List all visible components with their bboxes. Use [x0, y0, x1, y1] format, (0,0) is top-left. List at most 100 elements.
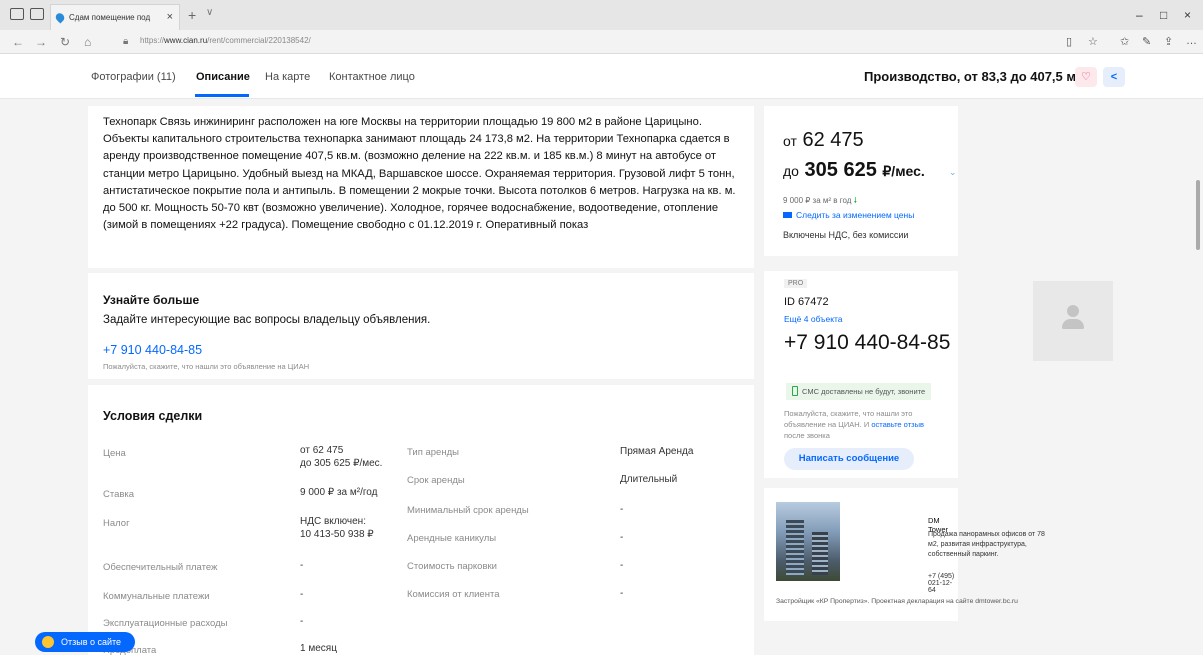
price-unit: ₽/мес.: [882, 163, 925, 179]
share-icon: <: [1110, 71, 1118, 83]
deal-terms-card: Условия сделки Цена от 62 475 до 305 625…: [88, 385, 754, 655]
price-from: от 62 475: [783, 129, 864, 152]
url-prefix: https://: [140, 36, 165, 45]
favorite-star-icon[interactable]: ☆: [1088, 35, 1098, 48]
agent-more-link[interactable]: Ещё 4 объекта: [784, 314, 843, 324]
site-feedback-label: Отзыв о сайте: [61, 637, 122, 647]
share-button[interactable]: <: [1103, 67, 1125, 87]
learn-more-phone-link[interactable]: +7 910 440-84-85: [103, 343, 202, 357]
minimize-icon[interactable]: –: [1136, 8, 1143, 22]
deal-value-prepayment: 1 месяц: [300, 643, 337, 654]
agent-note-after: после звонка: [784, 431, 830, 440]
share-browser-icon[interactable]: ⇪: [1164, 35, 1173, 48]
price-vat-note: Включены НДС, без комиссии: [783, 230, 909, 240]
learn-more-title: Узнайте больше: [103, 293, 200, 307]
price-rate: 9 000 ₽ за м² в год 🠗: [783, 195, 857, 209]
lock-icon: 🔒︎: [123, 36, 129, 47]
agent-note: Пожалуйста, скажите, что нашли это объяв…: [784, 408, 944, 441]
deal-value-deposit: -: [300, 560, 304, 571]
tab-description[interactable]: Описание: [196, 71, 250, 83]
url-field[interactable]: https://www.cian.ru/rent/commercial/2201…: [140, 36, 311, 45]
price-card: от 62 475 до 305 625 ₽/мес. ⌄ 9 000 ₽ за…: [764, 106, 958, 256]
reading-view-icon[interactable]: ▯: [1066, 35, 1072, 48]
tab-preview-icon[interactable]: [30, 8, 44, 20]
deal-label-rent-holidays: Арендные каникулы: [407, 533, 497, 544]
ad-phone: +7 (495) 021-12-64: [928, 573, 955, 594]
deal-label-deposit: Обеспечительный платеж: [103, 562, 218, 573]
pen-icon[interactable]: ✎: [1142, 35, 1151, 48]
tabs-aside-icon[interactable]: [10, 8, 24, 20]
deal-value-rent-holidays: -: [620, 532, 624, 543]
tab-photos[interactable]: Фотографии (11): [91, 71, 176, 83]
deal-label-rent-term: Срок аренды: [407, 475, 465, 486]
price-from-prefix: от: [783, 133, 797, 149]
deal-label-tax: Налог: [103, 518, 130, 529]
tab-contact[interactable]: Контактное лицо: [329, 71, 415, 83]
agent-phone[interactable]: +7 910 440-84-85: [784, 331, 950, 355]
price-to-prefix: до: [783, 163, 799, 179]
url-domain: www.cian.ru: [164, 36, 208, 45]
deal-value-parking-cost: -: [620, 560, 624, 571]
learn-more-note: Пожалуйста, скажите, что нашли это объяв…: [103, 362, 310, 371]
deal-value-utilities: -: [300, 589, 304, 600]
more-icon[interactable]: …: [1186, 35, 1197, 47]
follow-price-link[interactable]: Следить за изменением цены: [783, 210, 914, 220]
page-scrollbar[interactable]: [1196, 180, 1200, 250]
url-path: /rent/commercial/220138542/: [207, 36, 311, 45]
price-to: до 305 625 ₽/мес.: [783, 159, 925, 182]
leave-review-link[interactable]: оставьте отзыв: [871, 420, 924, 429]
smiley-icon: [42, 636, 54, 648]
envelope-icon: [783, 212, 792, 218]
learn-more-subtitle: Задайте интересующие вас вопросы владель…: [103, 314, 431, 326]
agent-card: PRO ID 67472 Ещё 4 объекта +7 910 440-84…: [764, 271, 958, 478]
ad-card[interactable]: DM Tower Продажа панорамных офисов от 78…: [764, 488, 1045, 621]
description-text: Технопарк Связь инжиниринг расположен на…: [103, 116, 736, 232]
maximize-icon[interactable]: □: [1160, 8, 1167, 22]
favorites-hub-icon[interactable]: ✩: [1120, 35, 1129, 48]
favorite-button[interactable]: ♡: [1075, 67, 1097, 87]
price-chevron-down-icon[interactable]: ⌄: [949, 167, 957, 178]
deal-value-rent-term: Длительный: [620, 474, 678, 485]
refresh-icon[interactable]: ↻: [60, 35, 70, 49]
active-tab-underline: [195, 94, 249, 97]
deal-label-utilities: Коммунальные платежи: [103, 591, 210, 602]
new-tab-icon[interactable]: +: [188, 7, 196, 23]
home-icon[interactable]: ⌂: [84, 35, 91, 49]
deal-terms-title: Условия сделки: [103, 409, 203, 423]
ad-image[interactable]: [776, 502, 840, 581]
learn-more-card: Узнайте больше Задайте интересующие вас …: [88, 273, 754, 379]
price-rate-text: 9 000 ₽ за м² в год: [783, 196, 852, 205]
browser-tab[interactable]: Сдам помещение под ×: [50, 4, 180, 30]
sms-notice-text: СМС доставлены не будут, звоните: [802, 387, 926, 396]
deal-label-operating: Эксплуатационные расходы: [103, 618, 228, 629]
agent-id: ID 67472: [784, 296, 829, 308]
pro-badge: PRO: [784, 279, 808, 288]
back-icon[interactable]: ←: [12, 35, 24, 49]
heart-icon: ♡: [1081, 71, 1091, 83]
ad-text: Продажа панорамных офисов от 78 м2, разв…: [928, 531, 1045, 558]
listing-title-text: Производство, от 83,3 до 407,5 м: [864, 69, 1077, 84]
deal-value-price-to: до 305 625 ₽/мес.: [300, 458, 383, 469]
phone-icon: [792, 386, 798, 396]
price-from-value: 62 475: [802, 129, 864, 151]
listing-title: Производство, от 83,3 до 407,5 м²: [864, 69, 1078, 84]
browser-titlebar: Сдам помещение под × + ∨ – □ ×: [0, 0, 1203, 30]
forward-icon[interactable]: →: [35, 35, 47, 49]
site-feedback-button[interactable]: Отзыв о сайте: [35, 632, 135, 652]
down-arrow-icon: 🠗: [853, 196, 858, 205]
deal-value-client-commission: -: [620, 588, 624, 599]
follow-price-text: Следить за изменением цены: [796, 210, 915, 220]
page-header: Фотографии (11) Описание На карте Контак…: [0, 54, 1203, 99]
browser-addressbar: ← → ↻ ⌂ 🔒︎ https://www.cian.ru/rent/comm…: [0, 30, 1203, 54]
deal-label-rate: Ставка: [103, 489, 135, 500]
price-to-value: 305 625: [804, 159, 877, 181]
sms-notice: СМС доставлены не будут, звоните: [786, 383, 932, 400]
deal-value-operating: -: [300, 616, 304, 627]
ad-developer-note: Застройщик «КР Пропертиз». Проектная дек…: [776, 598, 1018, 605]
close-window-icon[interactable]: ×: [1184, 8, 1191, 22]
tab-list-chevron-icon[interactable]: ∨: [206, 7, 213, 18]
deal-value-tax-amount: 10 413-50 938 ₽: [300, 529, 374, 540]
close-tab-icon[interactable]: ×: [167, 11, 173, 23]
tab-map[interactable]: На карте: [265, 71, 310, 83]
write-message-button[interactable]: Написать сообщение: [784, 448, 914, 470]
